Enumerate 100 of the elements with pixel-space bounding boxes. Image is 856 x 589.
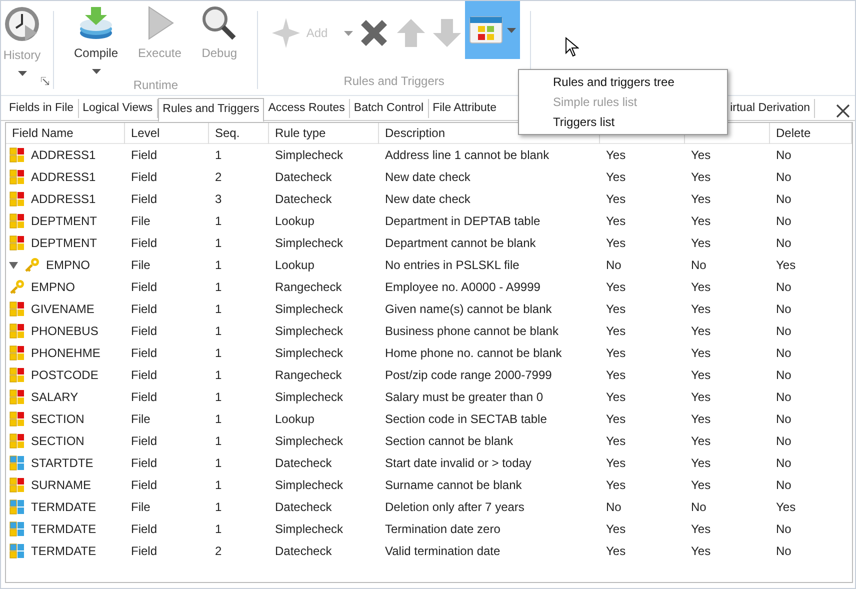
column-header[interactable]: Level bbox=[125, 122, 209, 144]
table-cell-text: Yes bbox=[605, 323, 627, 340]
caret-icon bbox=[344, 31, 353, 36]
tab[interactable]: Batch Control bbox=[350, 99, 429, 118]
table-cell-text: File bbox=[130, 257, 152, 274]
table-cell-text: Datecheck bbox=[274, 169, 333, 186]
table-cell-text: New date check bbox=[384, 191, 472, 208]
column-header[interactable]: Field Name bbox=[6, 122, 125, 144]
table-cell-text: Yes bbox=[605, 235, 627, 252]
table-cell-text: Termination date zero bbox=[384, 521, 502, 538]
table-cell-text: No bbox=[775, 433, 792, 450]
field-name-cell-text: DEPTMENT bbox=[31, 213, 97, 230]
table-cell-text: Datecheck bbox=[274, 455, 333, 472]
table-cell-text: No bbox=[775, 213, 792, 230]
tab[interactable]: Rules and Triggers bbox=[158, 98, 264, 122]
table-cell-text: Department in DEPTAB table bbox=[384, 213, 542, 230]
rule-icon bbox=[9, 191, 25, 207]
column-header[interactable]: Delete bbox=[770, 122, 852, 144]
field-name-cell-text: PHONEBUS bbox=[31, 323, 98, 340]
key-icon bbox=[9, 279, 25, 295]
table-cell-text: 1 bbox=[214, 411, 223, 428]
compile-button[interactable]: Compile bbox=[64, 5, 128, 78]
field-name-cell-text: STARTDTE bbox=[31, 455, 94, 472]
table-cell-text: Simplecheck bbox=[274, 301, 344, 318]
table-cell-text: Yes bbox=[605, 411, 627, 428]
table-cell-text: No bbox=[605, 499, 622, 516]
table-cell-text: Salary must be greater than 0 bbox=[384, 389, 544, 406]
column-header[interactable]: Rule type bbox=[269, 122, 379, 144]
table-cell-text: Yes bbox=[690, 455, 712, 472]
field-name-cell-text: EMPNO bbox=[46, 257, 90, 274]
table-cell-text: No bbox=[690, 257, 708, 274]
table-cell-text: Section code in SECTAB table bbox=[384, 411, 548, 428]
table-cell-text: Simplecheck bbox=[274, 147, 344, 164]
table-cell-text: Employee no. A0000 - A9999 bbox=[384, 279, 542, 296]
table-cell-text: 2 bbox=[214, 169, 223, 186]
table-cell-text: Datecheck bbox=[274, 191, 333, 208]
rule-icon bbox=[9, 477, 25, 493]
table-cell-text: 1 bbox=[214, 279, 223, 296]
field-name-cell-text: ADDRESS1 bbox=[31, 147, 96, 164]
tab[interactable]: Fields in File bbox=[5, 99, 79, 118]
table-cell-text: No bbox=[775, 521, 792, 538]
table-cell-text: Field bbox=[130, 323, 158, 340]
table-cell-text: Yes bbox=[690, 367, 712, 384]
table-cell-text: Field bbox=[130, 191, 158, 208]
table-cell-text: 1 bbox=[214, 301, 223, 318]
down-arrow-icon bbox=[430, 17, 463, 49]
table-cell-text: Field bbox=[130, 543, 158, 560]
tab[interactable]: File Attribute bbox=[428, 99, 501, 118]
table-cell-text: Field bbox=[130, 147, 158, 164]
field-name-cell-text: TERMDATE bbox=[31, 499, 96, 516]
table-cell-text: Field bbox=[130, 455, 158, 472]
table-cell-text: File bbox=[130, 411, 152, 428]
table-cell-text: New date check bbox=[384, 169, 472, 186]
date-rule-icon bbox=[9, 521, 25, 537]
column-header[interactable]: Seq. bbox=[209, 122, 269, 144]
table-cell-text: No bbox=[775, 323, 792, 340]
dialog-launcher-icon[interactable] bbox=[41, 77, 49, 85]
table-cell-text: Yes bbox=[690, 191, 712, 208]
table-cell-text: Yes bbox=[690, 323, 712, 340]
tab[interactable]: Access Routes bbox=[264, 99, 350, 118]
table-cell-text: Yes bbox=[605, 433, 627, 450]
table-cell-text: No bbox=[775, 235, 792, 252]
table-cell-text: Simplecheck bbox=[274, 345, 344, 362]
rule-icon bbox=[9, 169, 25, 185]
table-cell-text: Yes bbox=[690, 147, 712, 164]
table-cell-text: No bbox=[775, 301, 792, 318]
table-cell-text: Yes bbox=[605, 455, 627, 472]
table-cell-text: Datecheck bbox=[274, 499, 333, 516]
table-cell-text: 1 bbox=[214, 499, 223, 516]
table-cell-text: No bbox=[775, 367, 792, 384]
table-cell-text: Yes bbox=[690, 213, 712, 230]
table-cell-text: 1 bbox=[214, 521, 223, 538]
table-cell-text: Yes bbox=[605, 477, 627, 494]
table-cell-text: No bbox=[775, 455, 792, 472]
table-cell-text: 1 bbox=[214, 389, 223, 406]
group-label: Rules and Triggers bbox=[342, 73, 446, 89]
table-cell-text: Yes bbox=[775, 499, 797, 516]
table-cell-text: 2 bbox=[214, 543, 223, 560]
field-name-cell-text: SECTION bbox=[31, 411, 84, 428]
table-cell-text: Yes bbox=[605, 345, 627, 362]
table-cell-text: No bbox=[605, 257, 622, 274]
table-cell-text: No bbox=[775, 389, 792, 406]
table-cell-text: Yes bbox=[605, 389, 627, 406]
rule-icon bbox=[9, 367, 25, 383]
table-cell-text: Field bbox=[130, 477, 158, 494]
table-cell-text: 1 bbox=[214, 257, 223, 274]
rule-icon bbox=[9, 411, 25, 427]
table-cell-text: Yes bbox=[605, 147, 627, 164]
expand-icon[interactable] bbox=[9, 260, 18, 270]
table-cell-text: Field bbox=[130, 389, 158, 406]
table-cell-text: No bbox=[775, 411, 792, 428]
table-cell-text: Business phone cannot be blank bbox=[384, 323, 560, 340]
table-cell-text: Surname cannot be blank bbox=[384, 477, 523, 494]
table-cell-text: 1 bbox=[214, 433, 223, 450]
menu-item[interactable]: Rules and triggers tree bbox=[519, 72, 727, 92]
table-cell-text: No bbox=[775, 477, 792, 494]
table-cell-text: No bbox=[775, 345, 792, 362]
table-cell-text: Simplecheck bbox=[274, 235, 344, 252]
view-button[interactable] bbox=[464, 1, 520, 59]
key-icon bbox=[24, 257, 40, 273]
